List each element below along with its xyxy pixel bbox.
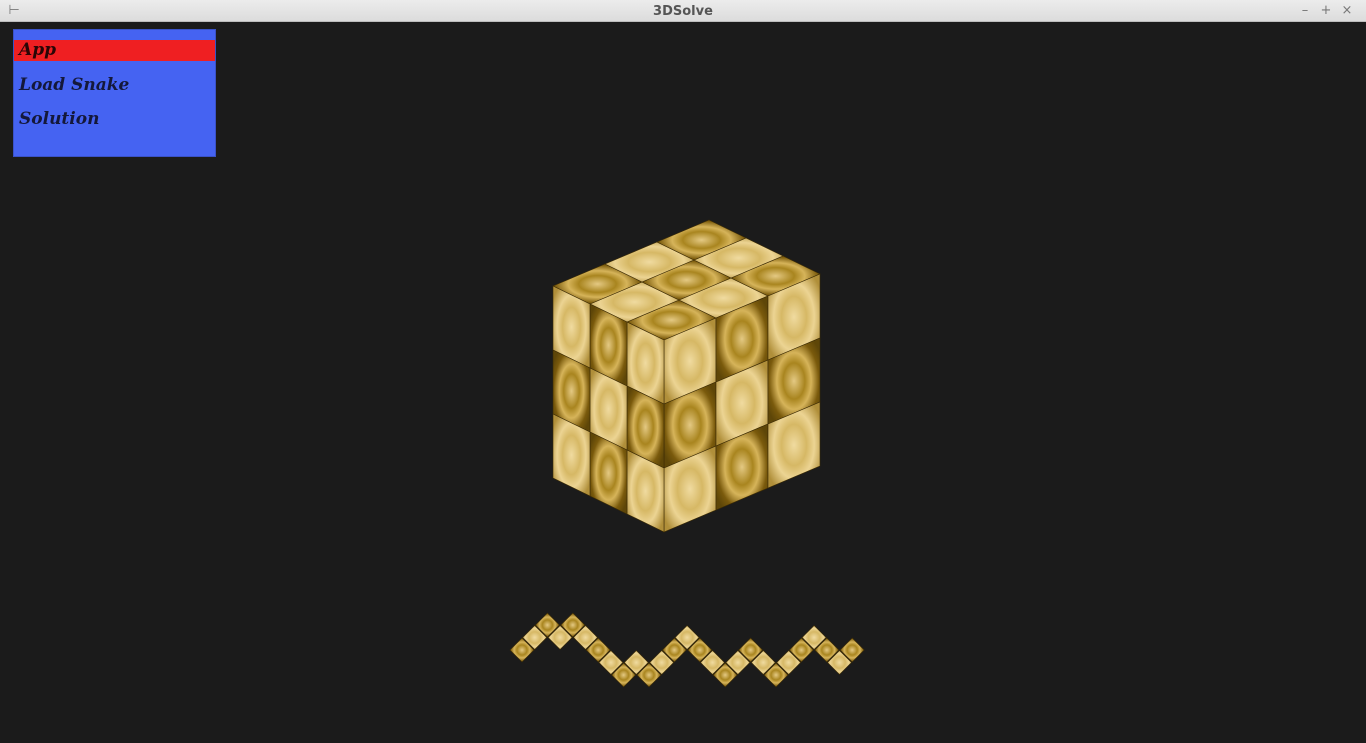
snake-cube[interactable] [552, 219, 821, 533]
menu-item-solution[interactable]: Solution [14, 109, 215, 130]
menu-item-app[interactable]: App [14, 40, 215, 61]
app-menu: App Load Snake Solution [13, 29, 216, 157]
snake-chain[interactable] [509, 612, 865, 688]
menu-item-load-snake[interactable]: Load Snake [14, 75, 215, 96]
